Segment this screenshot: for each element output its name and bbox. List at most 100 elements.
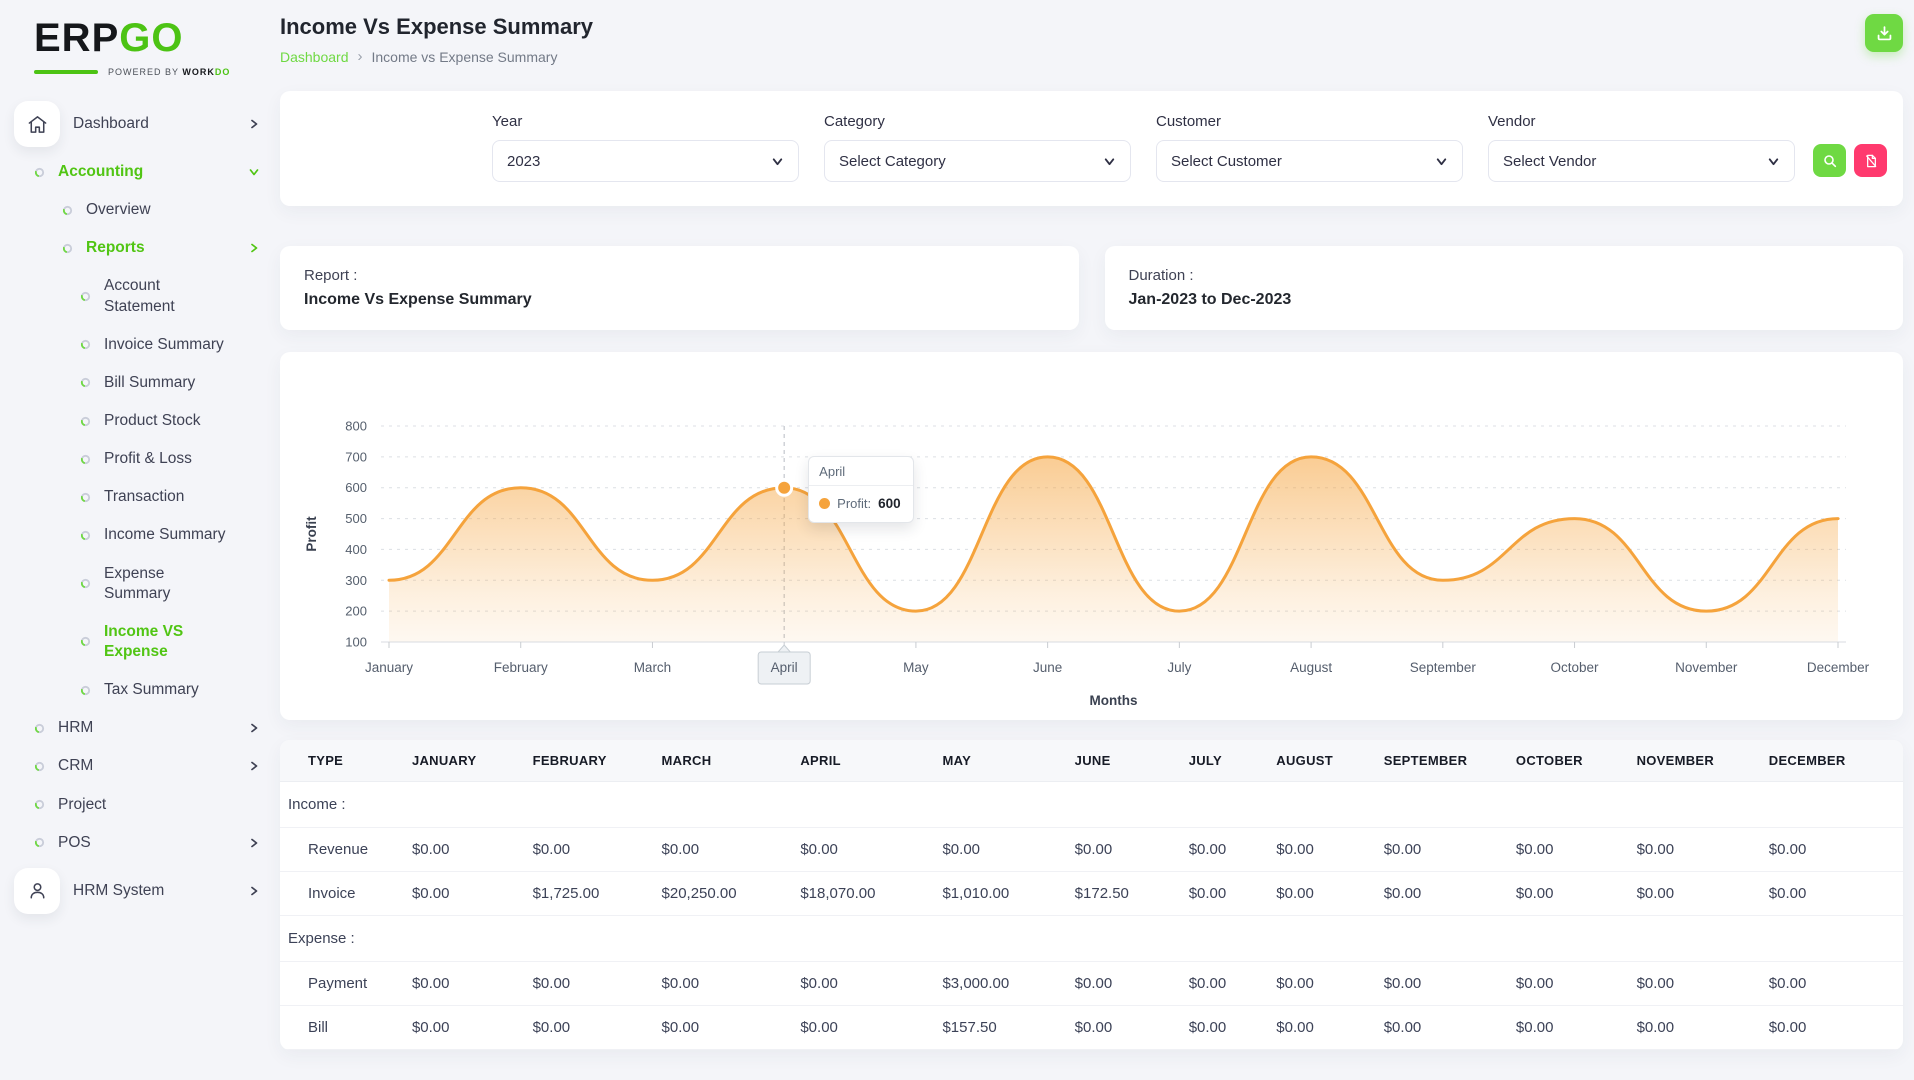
- column-header-august: AUGUST: [1268, 740, 1376, 782]
- apply-filter-button[interactable]: [1813, 144, 1846, 177]
- sidebar-item-accounting[interactable]: Accounting: [0, 153, 280, 191]
- cell-value: $0.00: [524, 1005, 654, 1050]
- chevron-right-icon: [248, 837, 260, 849]
- table-section-row: Income :: [280, 781, 1903, 828]
- page-header: Income Vs Expense Summary Dashboard › In…: [280, 14, 1903, 65]
- chevron-down-icon: [1767, 155, 1780, 168]
- cell-value: $0.00: [1066, 827, 1181, 872]
- sidebar-item-expense-summary[interactable]: Expense Summary: [0, 555, 280, 613]
- ring-icon: [80, 578, 91, 589]
- sidebar-item-product-stock[interactable]: Product Stock: [0, 402, 280, 440]
- ring-icon: [34, 723, 45, 734]
- breadcrumb: Dashboard › Income vs Expense Summary: [280, 48, 593, 65]
- cell-value: $0.00: [1760, 1005, 1903, 1050]
- ring-icon: [80, 492, 91, 503]
- sidebar-item-invoice-summary[interactable]: Invoice Summary: [0, 326, 280, 364]
- column-header-july: JULY: [1180, 740, 1269, 782]
- sidebar-item-bill-summary[interactable]: Bill Summary: [0, 364, 280, 402]
- sidebar-item-income-summary[interactable]: Income Summary: [0, 516, 280, 554]
- powered-by-label: Powered By: [108, 67, 179, 77]
- tooltip-series-label: Profit:: [837, 495, 872, 511]
- cell-value: $0.00: [1375, 827, 1508, 872]
- row-type: Revenue: [280, 827, 404, 872]
- home-icon: [14, 101, 60, 147]
- chevron-right-icon: [248, 760, 260, 772]
- download-icon: [1875, 24, 1894, 43]
- user-icon: [14, 867, 60, 914]
- cell-value: $0.00: [653, 961, 793, 1006]
- sidebar-item-project[interactable]: Project: [0, 786, 280, 824]
- brand-logo-erp: ERP: [34, 16, 120, 60]
- x-axis-label: March: [634, 660, 672, 675]
- search-icon: [1822, 153, 1838, 169]
- ring-icon: [80, 416, 91, 427]
- brand-logo[interactable]: ERPGO: [0, 12, 280, 60]
- cell-value: $0.00: [1628, 871, 1761, 916]
- sidebar-item-income-vs-expense[interactable]: Income VS Expense: [0, 613, 280, 671]
- series-dot-icon: [819, 497, 831, 509]
- column-header-march: MARCH: [653, 740, 793, 782]
- powered-by: Powered By WORKDO: [0, 60, 280, 77]
- sidebar-item-profit-loss[interactable]: Profit & Loss: [0, 440, 280, 478]
- customer-select-value: Select Customer: [1171, 152, 1282, 170]
- cell-value: $0.00: [403, 1005, 525, 1050]
- sidebar-item-tax-summary[interactable]: Tax Summary: [0, 671, 280, 709]
- cell-value: $0.00: [1760, 961, 1903, 1006]
- x-axis-label: November: [1675, 660, 1738, 675]
- cell-value: $0.00: [653, 827, 793, 872]
- x-axis-label: September: [1410, 660, 1477, 675]
- category-select[interactable]: Select Category: [824, 140, 1131, 182]
- breadcrumb-dashboard-link[interactable]: Dashboard: [280, 49, 349, 65]
- download-button[interactable]: [1865, 14, 1903, 52]
- duration-label: Duration :: [1128, 267, 1194, 284]
- column-header-october: OCTOBER: [1507, 740, 1629, 782]
- sidebar-item-hrm-system[interactable]: HRM System: [0, 862, 280, 920]
- profit-chart-card: 100 200 300 400 500 600 700 800 January February M…: [280, 352, 1903, 720]
- column-header-january: JANUARY: [403, 740, 525, 782]
- x-axis-label: January: [365, 660, 413, 675]
- sidebar-item-label: Tax Summary: [104, 681, 199, 699]
- vendor-select[interactable]: Select Vendor: [1488, 140, 1795, 182]
- cell-value: $3,000.00: [934, 961, 1067, 1006]
- customer-select[interactable]: Select Customer: [1156, 140, 1463, 182]
- sidebar-item-hrm[interactable]: HRM: [0, 709, 280, 747]
- profit-area-chart[interactable]: 100 200 300 400 500 600 700 800 January February M…: [296, 366, 1893, 716]
- cell-value: $0.00: [1507, 961, 1629, 1006]
- table-header-row: TYPE JANUARY FEBRUARY MARCH APRIL MAY JUNE JULY…: [280, 740, 1903, 782]
- cell-value: $0.00: [1268, 871, 1376, 916]
- sidebar-item-transaction[interactable]: Transaction: [0, 478, 280, 516]
- sidebar-item-account-statement[interactable]: Account Statement: [0, 267, 280, 325]
- chevron-right-icon: [248, 118, 260, 130]
- year-select[interactable]: 2023: [492, 140, 799, 182]
- sidebar-item-overview[interactable]: Overview: [0, 191, 280, 229]
- sidebar-item-crm[interactable]: CRM: [0, 747, 280, 785]
- sidebar-item-label: Profit & Loss: [104, 450, 192, 468]
- cell-value: $0.00: [403, 871, 525, 916]
- sidebar-item-reports[interactable]: Reports: [0, 229, 280, 267]
- reset-filter-button[interactable]: [1854, 144, 1887, 177]
- sidebar-item-label: Reports: [86, 239, 145, 257]
- svg-text:400: 400: [345, 542, 367, 557]
- cell-value: $0.00: [1375, 961, 1508, 1006]
- x-axis-title: Months: [1090, 693, 1138, 708]
- sidebar-item-dashboard[interactable]: Dashboard: [0, 95, 280, 153]
- main-content: Income Vs Expense Summary Dashboard › In…: [280, 0, 1914, 1080]
- cell-value: $0.00: [1180, 871, 1269, 916]
- cell-value: $0.00: [1507, 1005, 1629, 1050]
- breadcrumb-current: Income vs Expense Summary: [371, 48, 558, 65]
- chevron-down-icon: [1103, 155, 1116, 168]
- cell-value: $1,010.00: [934, 871, 1067, 916]
- ring-icon: [80, 685, 91, 696]
- sidebar-item-label: Transaction: [104, 488, 185, 506]
- cell-value: $0.00: [1066, 1005, 1181, 1050]
- income-expense-table: TYPE JANUARY FEBRUARY MARCH APRIL MAY JUNE JULY…: [280, 740, 1903, 1050]
- y-axis-title: Profit: [304, 516, 319, 552]
- sidebar-item-pos[interactable]: POS: [0, 824, 280, 862]
- x-axis-label: February: [494, 660, 548, 675]
- chevron-down-icon: [1435, 155, 1448, 168]
- powered-brand-do: DO: [214, 67, 231, 77]
- ring-icon: [62, 243, 73, 254]
- ring-icon: [34, 799, 45, 810]
- x-axis-label: December: [1807, 660, 1870, 675]
- ring-icon: [34, 167, 45, 178]
